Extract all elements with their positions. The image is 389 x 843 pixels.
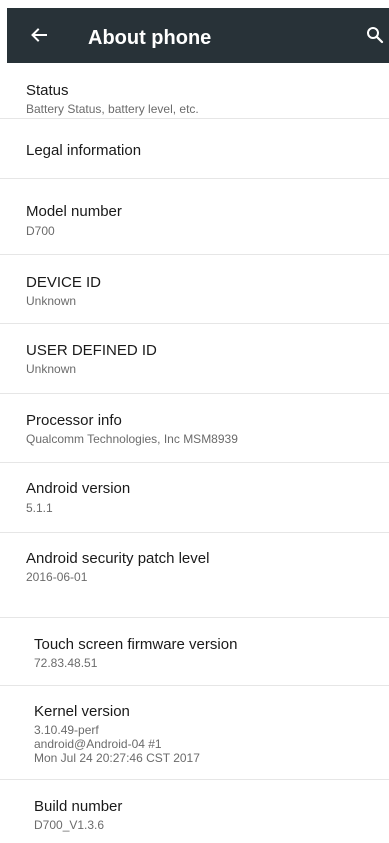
item-title: Build number <box>34 798 123 815</box>
list-item-device-id[interactable]: DEVICE ID Unknown <box>0 255 389 324</box>
kernel-version-line: Mon Jul 24 20:27:46 CST 2017 <box>34 751 200 765</box>
item-title: Kernel version <box>34 703 130 720</box>
list-item-user-defined-id[interactable]: USER DEFINED ID Unknown <box>0 324 389 394</box>
list-item-kernel-version[interactable]: Kernel version 3.10.49-perf android@Andr… <box>0 686 389 780</box>
kernel-version-line: android@Android-04 #1 <box>34 737 162 751</box>
list-item-legal-information[interactable]: Legal information <box>0 119 389 179</box>
list-item-touch-screen-firmware[interactable]: Touch screen firmware version 72.83.48.5… <box>0 618 389 686</box>
item-summary: Unknown <box>26 362 77 376</box>
list-item-android-version[interactable]: Android version 5.1.1 <box>0 463 389 533</box>
kernel-version-line: 3.10.49-perf <box>34 723 99 737</box>
page-title: About phone <box>88 27 212 49</box>
item-summary: 2016-06-01 <box>26 570 88 584</box>
item-summary: 5.1.1 <box>26 501 53 515</box>
arrow-left-icon[interactable] <box>30 26 48 44</box>
item-summary: 72.83.48.51 <box>34 656 98 670</box>
status-bar <box>0 0 389 8</box>
about-phone-screen: About phone Status Battery Status, batte… <box>0 0 389 843</box>
item-title: Status <box>26 82 69 99</box>
list-item-status[interactable]: Status Battery Status, battery level, et… <box>0 63 389 119</box>
settings-list: Status Battery Status, battery level, et… <box>0 63 389 843</box>
item-title: DEVICE ID <box>26 274 102 291</box>
list-item-model-number[interactable]: Model number D700 <box>0 179 389 255</box>
item-title: Touch screen firmware version <box>34 636 238 653</box>
item-title: Legal information <box>26 142 142 159</box>
list-item-security-patch-level[interactable]: Android security patch level 2016-06-01 <box>0 533 389 618</box>
item-summary: Unknown <box>26 294 77 308</box>
search-icon[interactable] <box>366 26 384 44</box>
item-summary: D700 <box>26 224 55 238</box>
item-summary: D700_V1.3.6 <box>34 818 105 832</box>
item-summary: Qualcomm Technologies, Inc MSM8939 <box>26 432 238 446</box>
item-title: Processor info <box>26 412 122 429</box>
list-item-build-number[interactable]: Build number D700_V1.3.6 <box>0 780 389 843</box>
toolbar: About phone <box>7 8 389 63</box>
item-title: Android version <box>26 480 131 497</box>
item-title: Android security patch level <box>26 550 210 567</box>
item-title: Model number <box>26 203 122 220</box>
item-summary: Battery Status, battery level, etc. <box>26 102 199 116</box>
item-title: USER DEFINED ID <box>26 342 157 359</box>
list-item-processor-info[interactable]: Processor info Qualcomm Technologies, In… <box>0 394 389 463</box>
